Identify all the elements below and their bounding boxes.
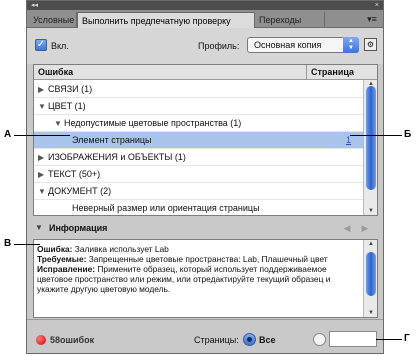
callout-b-line: [350, 135, 402, 136]
scroll-up-icon[interactable]: ▲: [366, 240, 376, 248]
pages-range-radio[interactable]: [313, 333, 326, 346]
preflight-panel: ◂◂ × Условные Выполнить предпечатную про…: [26, 0, 384, 354]
tab-bar: Условные Выполнить предпечатную проверку…: [27, 10, 383, 29]
info-section-header: ▼ Информация ◀ ▶: [27, 218, 383, 238]
expand-triangle-icon[interactable]: ▶: [38, 81, 44, 98]
pages-all-label: Все: [259, 335, 276, 345]
close-icon[interactable]: ×: [375, 1, 379, 10]
scroll-down-icon[interactable]: ▼: [366, 309, 376, 317]
list-scrollbar[interactable]: ▲ ▼: [363, 80, 377, 215]
profile-label: Профиль:: [198, 41, 240, 51]
expand-triangle-icon[interactable]: ▶: [38, 166, 44, 183]
callout-a-line: [14, 135, 70, 136]
panel-top-strip: ◂◂ ×: [27, 1, 383, 10]
panel-menu-icon[interactable]: ▾≡: [365, 14, 379, 24]
tab-conditional[interactable]: Условные: [29, 12, 77, 28]
page-range-input[interactable]: [329, 331, 377, 347]
scrollbar-thumb[interactable]: [366, 252, 376, 296]
error-text: Заливка использует Lab: [74, 244, 169, 254]
column-header-page[interactable]: Страница: [306, 65, 354, 80]
error-status-icon: [36, 335, 46, 345]
profile-value: Основная копия: [254, 40, 322, 50]
expand-triangle-icon[interactable]: ▶: [38, 149, 44, 166]
next-arrow-icon[interactable]: ▶: [359, 222, 371, 234]
on-label: Вкл.: [51, 41, 69, 51]
list-item[interactable]: ▶ ТЕКСТ (50+): [34, 166, 363, 183]
collapse-triangle-icon[interactable]: ▼: [35, 223, 43, 232]
preflight-options-row: ✓ Вкл. Профиль: Основная копия ▲ ▼ ⚙: [27, 28, 383, 64]
scroll-down-icon[interactable]: ▼: [366, 207, 376, 215]
pages-all-radio[interactable]: [243, 333, 256, 346]
list-item[interactable]: ▶ ИЗОБРАЖЕНИЯ и ОБЪЕКТЫ (1): [34, 149, 363, 166]
required-label: Требуемые:: [37, 254, 87, 264]
panel-footer: 58ошибок Страницы: Все: [27, 319, 383, 353]
previous-arrow-icon[interactable]: ◀: [341, 222, 353, 234]
list-item[interactable]: ▼ ДОКУМЕНТ (2): [34, 183, 363, 200]
list-item[interactable]: ▶ СВЯЗИ (1): [34, 81, 363, 98]
list-item-selected[interactable]: Элемент страницы 1: [34, 132, 363, 149]
error-count: 58ошибок: [50, 335, 95, 345]
collapse-icon[interactable]: ◂◂: [31, 1, 38, 10]
info-text: Ошибка: Заливка использует Lab Требуемые…: [37, 244, 362, 294]
info-box: Ошибка: Заливка использует Lab Требуемые…: [33, 239, 378, 318]
scrollbar-thumb[interactable]: [366, 86, 376, 190]
pages-label: Страницы:: [194, 335, 239, 345]
info-scrollbar[interactable]: ▲ ▼: [363, 240, 377, 317]
callout-g-line: [376, 339, 402, 340]
callout-g: Г: [404, 333, 410, 344]
profile-definitions-icon[interactable]: ⚙: [364, 38, 377, 51]
fix-label: Исправление:: [37, 264, 96, 274]
info-title: Информация: [49, 223, 108, 233]
select-arrows-icon: ▲ ▼: [343, 37, 359, 53]
list-header: Ошибка Страница: [34, 65, 377, 80]
tab-transitions[interactable]: Переходы: [255, 12, 325, 28]
error-list: Ошибка Страница ▶ СВЯЗИ (1) ▼ ЦВЕТ (1) ▼…: [33, 64, 378, 216]
error-label: Ошибка:: [37, 244, 73, 254]
list-item[interactable]: ▼ Недопустимые цветовые пространства (1): [34, 115, 363, 132]
list-item[interactable]: ▼ ЦВЕТ (1): [34, 98, 363, 115]
tab-preflight[interactable]: Выполнить предпечатную проверку: [77, 12, 255, 29]
callout-a: А: [4, 129, 12, 140]
collapse-triangle-icon[interactable]: ▼: [54, 115, 62, 132]
on-checkbox[interactable]: ✓: [35, 39, 47, 51]
callout-v: В: [4, 238, 12, 249]
collapse-triangle-icon[interactable]: ▼: [38, 183, 46, 200]
list-item[interactable]: Неверный размер или ориентация страницы: [34, 200, 363, 215]
collapse-triangle-icon[interactable]: ▼: [38, 98, 46, 115]
callout-v-line: [14, 244, 40, 245]
profile-select[interactable]: Основная копия ▲ ▼: [247, 37, 359, 53]
required-text: Запрещенные цветовые пространства: Lab, …: [88, 254, 328, 264]
callout-b: Б: [404, 129, 412, 140]
column-header-error[interactable]: Ошибка: [38, 65, 73, 80]
